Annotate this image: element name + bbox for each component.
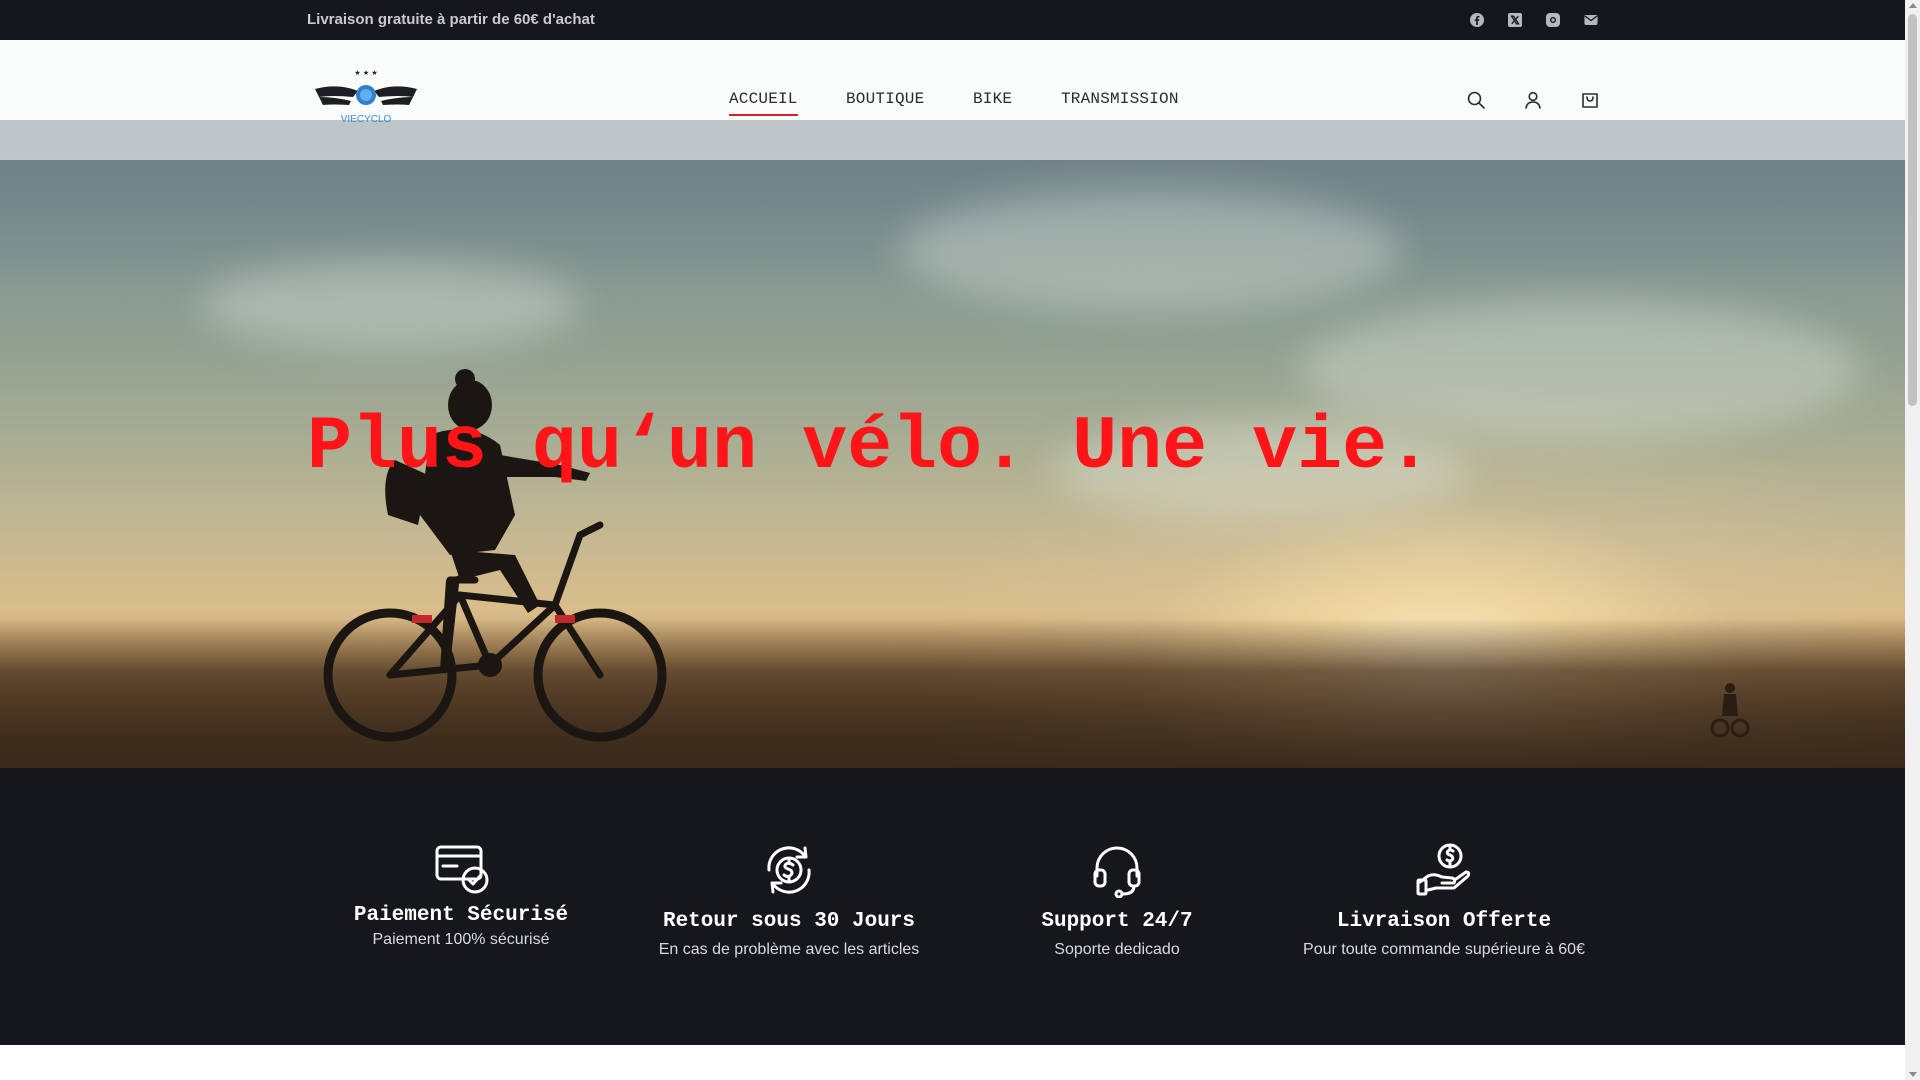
logo-text: VIECYCLO	[341, 114, 392, 125]
top-bar: Livraison gratuite à partir de 60€ d'ach…	[0, 0, 1905, 40]
refund-cycle-icon	[759, 842, 819, 898]
mail-icon[interactable]	[1583, 12, 1599, 28]
feature-title: Retour sous 30 Jours	[662, 910, 916, 933]
next-section	[0, 1045, 1905, 1080]
feature-title: Livraison Offerte	[1336, 910, 1552, 933]
nav-item-accueil[interactable]: ACCUEIL	[729, 90, 798, 116]
hand-coin-icon	[1414, 842, 1474, 898]
x-twitter-icon[interactable]	[1507, 12, 1523, 28]
feature-text: En cas de problème avec les articles	[658, 941, 920, 958]
main-header	[0, 40, 1905, 120]
feature-text: Paiement 100% sécurisé	[372, 931, 550, 948]
feature-text: Pour toute commande supérieure à 60€	[1303, 941, 1585, 958]
account-icon[interactable]	[1523, 90, 1543, 110]
nav-item-bike[interactable]: BIKE	[973, 90, 1012, 108]
secure-card-icon	[431, 842, 491, 898]
announcement-text: Livraison gratuite à partir de 60€ d'ach…	[307, 11, 595, 28]
feature-title: Support 24/7	[1041, 910, 1193, 933]
hero-title: Plus qu‘un vélo. Une vie.	[307, 405, 1433, 490]
feature-title: Paiement Sécurisé	[353, 904, 569, 927]
headset-icon	[1087, 842, 1147, 899]
page-scrollbar[interactable]	[1905, 0, 1920, 1080]
page: Plus qu‘un vélo. Une vie. Livraison grat…	[0, 0, 1905, 1080]
feature-free-shipping: Livraison Offerte Pour toute commande su…	[1279, 842, 1609, 959]
feature-secure-payment: Paiement Sécurisé Paiement 100% sécurisé	[296, 842, 626, 949]
site-logo[interactable]: ★ ★ ★ VIECYCLO	[313, 67, 419, 127]
feature-text: Soporte dedicado	[1054, 941, 1180, 958]
search-icon[interactable]	[1466, 90, 1486, 110]
nav-item-transmission[interactable]: TRANSMISSION	[1061, 90, 1179, 108]
feature-returns: Retour sous 30 Jours En cas de problème …	[624, 842, 954, 959]
feature-support: Support 24/7 Soporte dedicado	[952, 842, 1282, 959]
cart-icon[interactable]	[1580, 90, 1600, 110]
scroll-up-arrow-icon[interactable]	[1909, 3, 1917, 8]
nav-item-boutique[interactable]: BOUTIQUE	[846, 90, 924, 108]
distant-cyclist	[1710, 683, 1750, 738]
scroll-down-arrow-icon[interactable]	[1909, 1072, 1917, 1077]
instagram-icon[interactable]	[1545, 12, 1561, 28]
facebook-icon[interactable]	[1469, 12, 1485, 28]
svg-text:★ ★ ★: ★ ★ ★	[354, 69, 377, 77]
features-section: Paiement Sécurisé Paiement 100% sécurisé…	[0, 768, 1905, 1045]
scroll-thumb[interactable]	[1908, 14, 1917, 406]
